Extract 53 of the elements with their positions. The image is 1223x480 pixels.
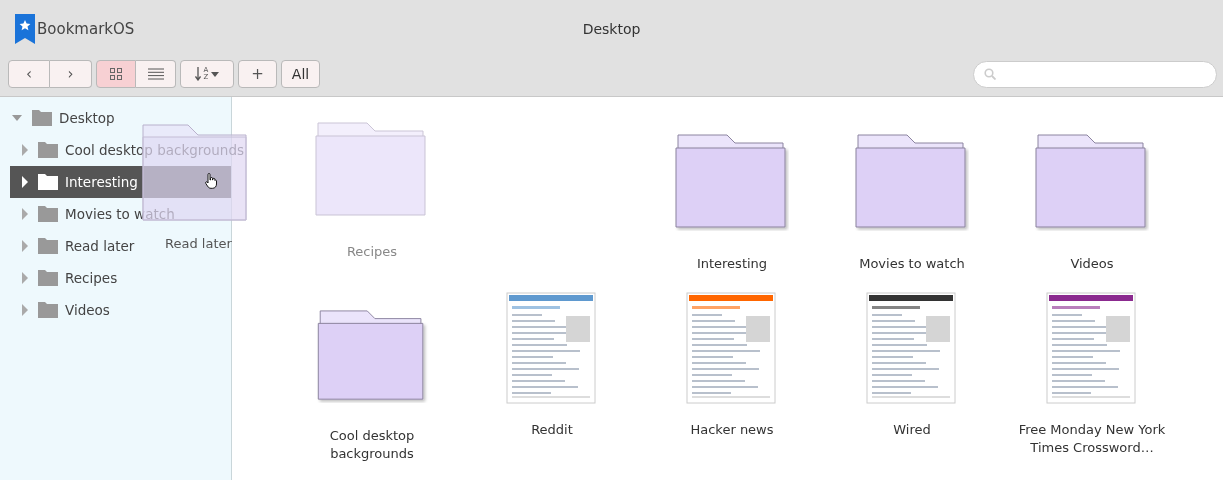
page-thumbnail[interactable]	[506, 292, 598, 406]
collapsed-arrow-icon	[20, 144, 30, 156]
folder-label: Cool desktop backgrounds	[328, 427, 416, 463]
bookmark-label: Hacker news	[689, 421, 775, 439]
folder-icon[interactable]	[675, 133, 789, 231]
folder-icon	[38, 270, 58, 286]
grid-icon	[109, 67, 123, 81]
bookmark-label: Free Monday New York Times Crossword…	[1017, 421, 1167, 457]
window-title: Desktop	[582, 21, 641, 37]
folder-icon	[38, 142, 58, 158]
list-view-button[interactable]	[136, 60, 176, 88]
drag-label: Read later	[165, 236, 232, 251]
tree-item[interactable]: Recipes	[0, 262, 118, 294]
folder-icon[interactable]	[1035, 133, 1149, 231]
tree-item[interactable]: Read later	[0, 230, 135, 262]
list-icon	[147, 68, 164, 80]
expanded-arrow-icon	[12, 113, 22, 123]
grid-view-button[interactable]	[96, 60, 136, 88]
folder-icon	[32, 110, 52, 126]
page-thumbnail[interactable]	[1046, 292, 1138, 406]
tree-item[interactable]: Interesting	[10, 166, 231, 198]
hand-cursor-icon	[205, 173, 217, 189]
collapsed-arrow-icon	[20, 208, 30, 220]
folder-icon	[38, 206, 58, 222]
all-button[interactable]: All	[281, 60, 320, 88]
folder-label: Videos	[1069, 255, 1115, 273]
nav-button[interactable]: ‹	[8, 60, 50, 88]
folder-icon	[38, 302, 58, 318]
folder-icon	[38, 174, 58, 190]
bookmark-logo-icon	[15, 14, 35, 44]
down-arrow-icon	[194, 67, 201, 81]
collapsed-arrow-icon	[20, 304, 30, 316]
nav-button[interactable]: ›	[50, 60, 92, 88]
page-thumbnail[interactable]	[686, 292, 778, 406]
search-icon	[984, 68, 996, 80]
app-name: BookmarkOS	[37, 20, 135, 38]
collapsed-arrow-icon	[20, 272, 30, 284]
tree-item[interactable]: Movies to watch	[0, 198, 175, 230]
folder-label: Movies to watch	[858, 255, 966, 273]
bookmark-label: Wired	[892, 421, 932, 439]
add-button[interactable]: +	[238, 60, 277, 88]
folder-icon[interactable]	[855, 133, 969, 231]
collapsed-arrow-icon	[20, 176, 30, 188]
folder-label: Recipes	[345, 243, 399, 261]
folder-icon	[38, 238, 58, 254]
folder-label: Interesting	[695, 255, 769, 273]
page-thumbnail[interactable]	[866, 292, 958, 406]
tree-item[interactable]: Desktop	[0, 102, 115, 134]
bookmark-label: Reddit	[530, 421, 574, 439]
collapsed-arrow-icon	[20, 240, 30, 252]
caret-icon	[211, 71, 220, 77]
tree-item[interactable]: Videos	[0, 294, 110, 326]
search-field[interactable]	[973, 60, 1217, 88]
